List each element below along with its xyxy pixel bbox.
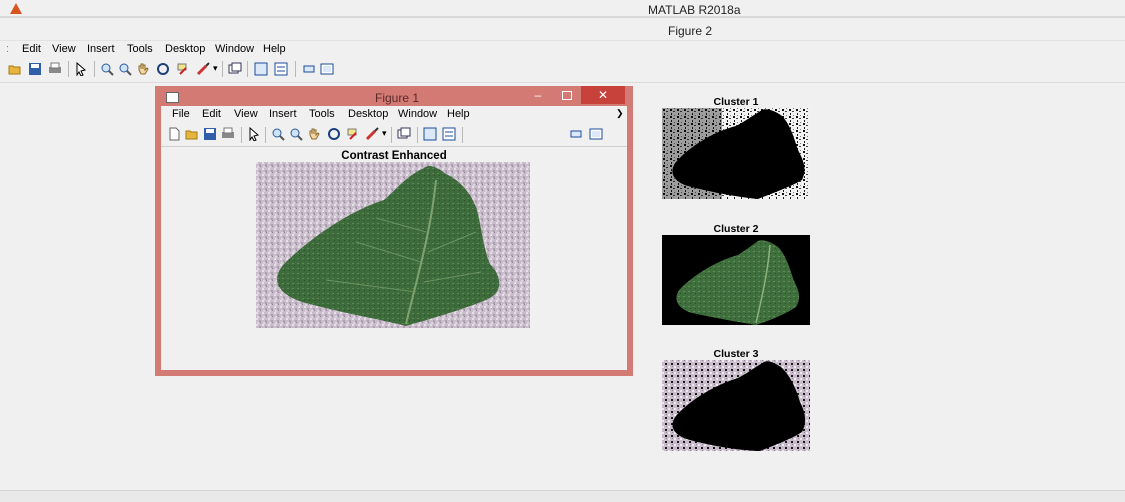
hide-plot-tools-icon[interactable] — [302, 62, 316, 76]
figure-app-icon — [166, 92, 179, 103]
contrast-enhanced-title: Contrast Enhanced — [341, 150, 447, 162]
new-file-icon[interactable] — [167, 127, 181, 141]
colorbar-icon[interactable] — [254, 62, 268, 76]
fig1-menu-insert[interactable]: Insert — [269, 108, 297, 120]
fig1-menu-edit[interactable]: Edit — [202, 108, 221, 120]
rotate-3d-icon[interactable] — [327, 127, 341, 141]
open-folder-icon[interactable] — [8, 62, 22, 76]
menu-edit[interactable]: Edit — [22, 43, 41, 55]
figure2-title: Figure 2 — [668, 24, 713, 38]
fig1-menu-help[interactable]: Help — [447, 108, 470, 120]
zoom-out-icon[interactable] — [118, 62, 132, 76]
cluster3-title: Cluster 3 — [713, 348, 759, 360]
print-icon[interactable] — [221, 127, 235, 141]
rotate-3d-icon[interactable] — [156, 62, 170, 76]
cluster2-title: Cluster 2 — [713, 223, 759, 235]
open-folder-icon[interactable] — [185, 127, 199, 141]
menu-help[interactable]: Help — [263, 43, 286, 55]
fig1-menu-desktop[interactable]: Desktop — [348, 108, 388, 120]
fig1-menu-window[interactable]: Window — [398, 108, 437, 120]
figure2-caption-bar: Figure 2 — [0, 20, 1125, 40]
legend-icon[interactable] — [274, 62, 288, 76]
menu-desktop[interactable]: Desktop — [165, 43, 205, 55]
data-cursor-icon[interactable] — [176, 62, 190, 76]
legend-icon[interactable] — [442, 127, 456, 141]
zoom-out-icon[interactable] — [289, 127, 303, 141]
cluster1-title: Cluster 1 — [713, 96, 759, 108]
brush-dropdown-icon[interactable]: ▾ — [382, 128, 387, 139]
brush-icon[interactable] — [196, 62, 210, 76]
save-icon[interactable] — [28, 62, 42, 76]
status-bar — [0, 490, 1125, 502]
show-plot-tools-icon[interactable] — [589, 127, 603, 141]
main-toolbar: ▾ — [0, 58, 1125, 83]
show-plot-tools-icon[interactable] — [320, 62, 334, 76]
figure1-title: Figure 1 — [375, 91, 420, 105]
app-title: MATLAB R2018a — [648, 3, 741, 17]
pan-icon[interactable] — [136, 62, 150, 76]
fig1-menu-view[interactable]: View — [234, 108, 258, 120]
link-plot-icon[interactable] — [228, 62, 242, 76]
main-menu-bar: : Edit View Insert Tools Desktop Window … — [0, 40, 1125, 59]
pointer-icon[interactable] — [74, 62, 88, 76]
cluster1-image — [662, 108, 810, 199]
zoom-in-icon[interactable] — [100, 62, 114, 76]
link-plot-icon[interactable] — [397, 127, 411, 141]
main-title-bar: MATLAB R2018a — [0, 0, 1125, 20]
menu-view[interactable]: View — [52, 43, 76, 55]
figure1-menu-bar: File Edit View Insert Tools Desktop Wind… — [161, 106, 627, 124]
menu-window[interactable]: Window — [215, 43, 254, 55]
menu-overflow-dot: : — [6, 43, 10, 55]
brush-icon[interactable] — [365, 127, 379, 141]
close-button[interactable]: ✕ — [581, 86, 625, 104]
pointer-icon[interactable] — [247, 127, 261, 141]
figure1-window[interactable]: Figure 1 – ✕ File Edit View Insert Tools… — [155, 86, 633, 376]
print-icon[interactable] — [48, 62, 62, 76]
data-cursor-icon[interactable] — [346, 127, 360, 141]
menu-insert[interactable]: Insert — [87, 43, 115, 55]
matlab-logo-icon — [10, 3, 22, 14]
hide-plot-tools-icon[interactable] — [569, 127, 583, 141]
minimize-button[interactable]: – — [525, 88, 551, 104]
figure1-title-bar[interactable]: Figure 1 – ✕ — [155, 86, 633, 106]
save-icon[interactable] — [203, 127, 217, 141]
title-divider — [0, 16, 1125, 18]
menu-overflow-icon[interactable]: ❯ — [616, 108, 624, 119]
fig1-menu-file[interactable]: File — [172, 108, 190, 120]
colorbar-icon[interactable] — [423, 127, 437, 141]
figure1-toolbar: ▾ — [161, 124, 627, 147]
pan-icon[interactable] — [307, 127, 321, 141]
brush-dropdown-icon[interactable]: ▾ — [213, 63, 218, 74]
cluster3-image — [662, 360, 810, 451]
fig1-menu-tools[interactable]: Tools — [309, 108, 335, 120]
zoom-in-icon[interactable] — [271, 127, 285, 141]
contrast-enhanced-image — [256, 162, 530, 328]
menu-tools[interactable]: Tools — [127, 43, 153, 55]
cluster2-image — [662, 235, 810, 325]
maximize-button[interactable] — [553, 88, 579, 104]
figure1-client-area: File Edit View Insert Tools Desktop Wind… — [161, 106, 627, 370]
